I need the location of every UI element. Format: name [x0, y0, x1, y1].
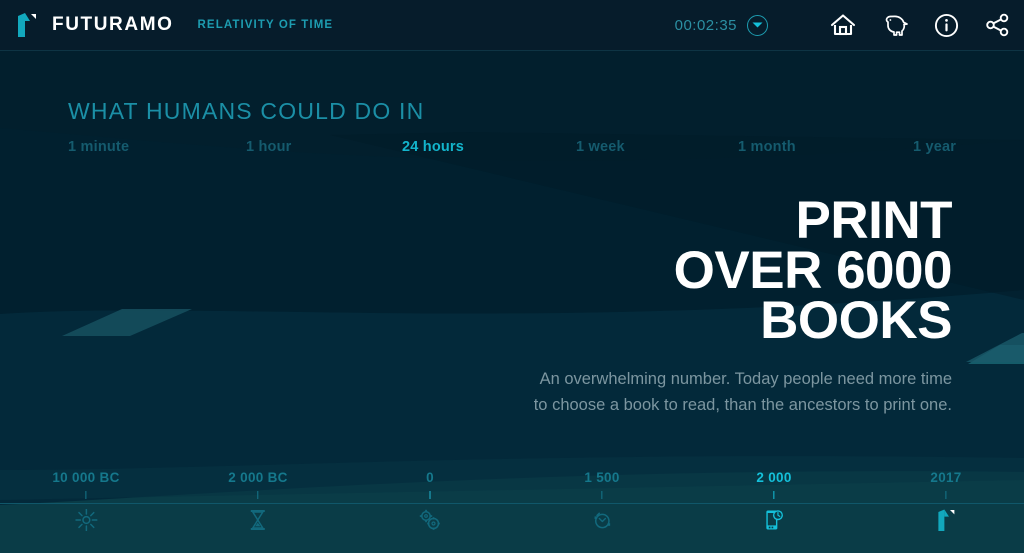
brand[interactable]: FUTURAMO RELATIVITY OF TIME	[16, 12, 333, 38]
timeline-label: 0	[426, 470, 434, 485]
timeline-point-2000bc[interactable]: 2 000 BC	[228, 470, 287, 533]
headline-line-3: BOOKS	[760, 291, 952, 350]
tab-1-year[interactable]: 1 year	[913, 139, 956, 155]
hourglass-icon	[228, 507, 287, 533]
headline-line-1: PRINT	[795, 191, 953, 250]
headline: PRINT OVER 6000 BOOKS	[292, 191, 953, 350]
pocket-watch-icon	[584, 507, 619, 533]
header-actions: 00:02:35	[675, 12, 1010, 38]
timeline-tick	[257, 491, 259, 499]
session-timer: 00:02:35	[674, 16, 737, 34]
timeline-point-1500[interactable]: 1 500	[584, 470, 619, 533]
headline-line-2: OVER 6000	[673, 241, 953, 300]
timeline-tick	[601, 491, 603, 499]
info-icon[interactable]	[934, 13, 959, 38]
timeline-point-2000[interactable]: 2 000	[756, 470, 791, 533]
timeline-point-2017[interactable]: 2017	[930, 470, 961, 533]
sun-icon	[52, 507, 119, 533]
timeline-tick	[773, 491, 775, 499]
tab-1-minute[interactable]: 1 minute	[68, 139, 129, 155]
timeline-point-0[interactable]: 0	[419, 470, 441, 533]
tab-1-week[interactable]: 1 week	[576, 139, 625, 155]
tab-24-hours[interactable]: 24 hours	[402, 139, 464, 155]
timeline-label: 2 000	[756, 470, 792, 485]
dinosaur-icon[interactable]	[882, 12, 908, 38]
timeline-label: 10 000 BC	[52, 470, 120, 485]
smart-device-icon	[756, 507, 791, 533]
app-root: FUTURAMO RELATIVITY OF TIME 00:02:35 WHA…	[0, 0, 1024, 553]
futuramo-logo-icon	[930, 507, 961, 533]
duration-tabs: 1 minute 1 hour 24 hours 1 week 1 month …	[68, 139, 968, 161]
brand-name: FUTURAMO	[52, 14, 174, 35]
shape-accent-left	[62, 309, 192, 336]
timeline-label: 2 000 BC	[228, 470, 288, 485]
timeline-tick	[429, 491, 431, 499]
brand-subtitle: RELATIVITY OF TIME	[197, 19, 334, 31]
timeline-label: 2017	[930, 470, 962, 485]
chevron-down-circle-icon[interactable]	[747, 14, 768, 36]
tab-1-hour[interactable]: 1 hour	[246, 139, 292, 155]
section-kicker: WHAT HUMANS COULD DO IN	[68, 98, 425, 124]
app-header: FUTURAMO RELATIVITY OF TIME 00:02:35	[0, 0, 1024, 51]
timeline-tick	[945, 491, 947, 499]
gears-icon	[419, 507, 441, 533]
era-timeline: 10 000 BC 2 000 BC 0 1 500 2 000 2017	[0, 470, 1024, 553]
futuramo-logo-icon	[16, 12, 38, 38]
share-icon[interactable]	[985, 13, 1010, 37]
timeline-point-10000bc[interactable]: 10 000 BC	[52, 470, 119, 533]
tab-1-month[interactable]: 1 month	[738, 139, 796, 155]
timeline-label: 1 500	[584, 470, 620, 485]
shape-accent-right-a	[968, 345, 1024, 364]
home-icon[interactable]	[830, 13, 856, 37]
timeline-tick	[85, 491, 87, 499]
timeline-axis	[0, 503, 1024, 504]
description: An overwhelming number. Today people nee…	[533, 370, 952, 414]
